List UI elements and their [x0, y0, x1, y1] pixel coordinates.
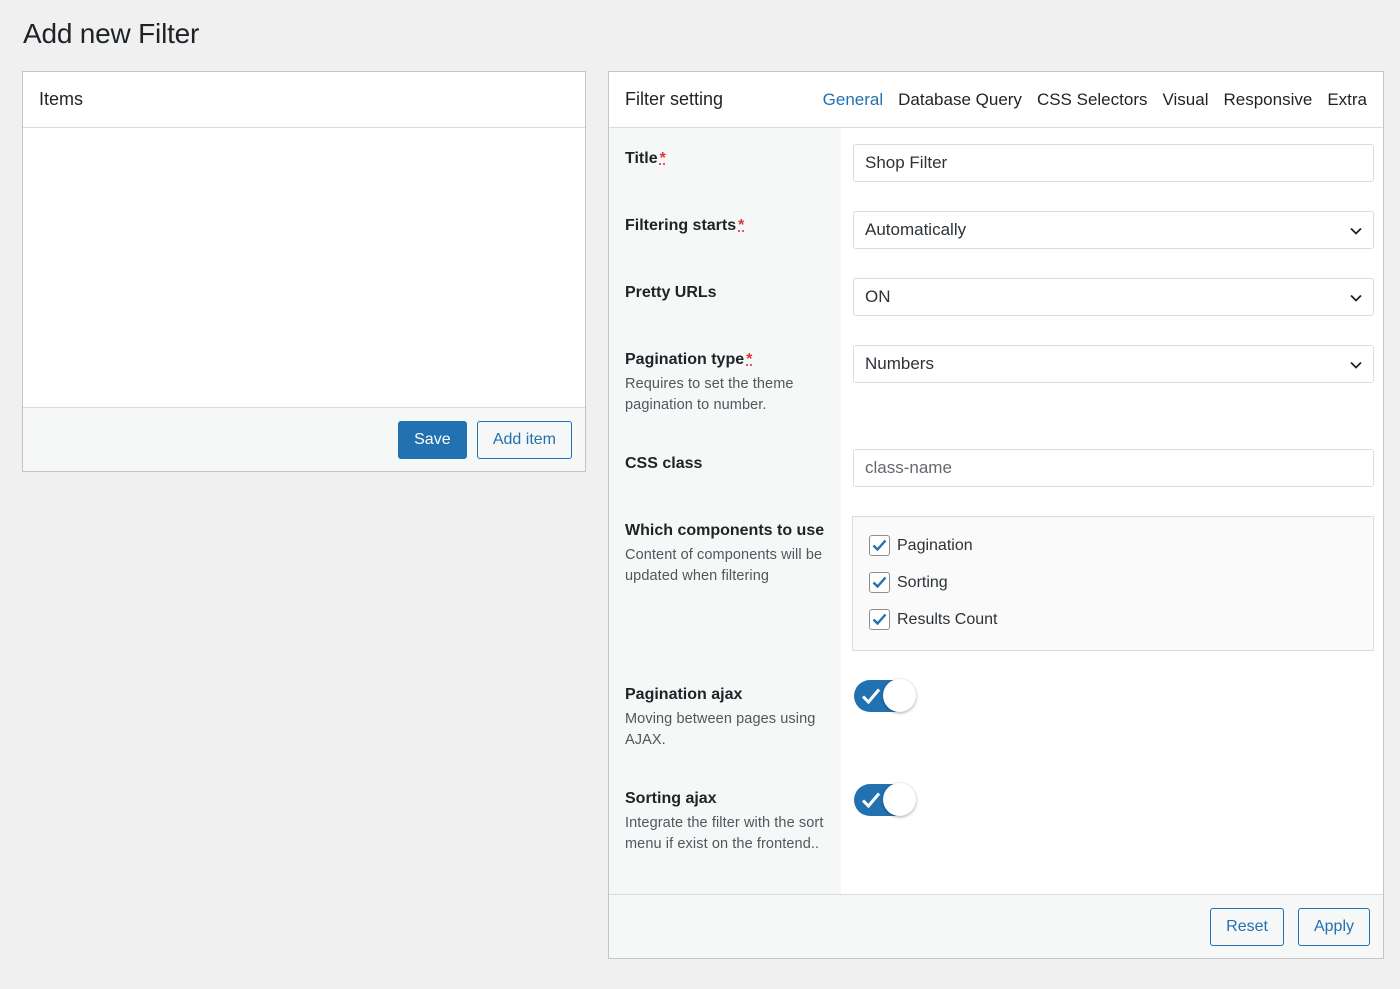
css-class-label: CSS class	[625, 455, 703, 472]
title-input[interactable]	[853, 144, 1374, 182]
save-button[interactable]: Save	[397, 420, 467, 459]
results-count-checkbox-item[interactable]: Results Count	[869, 609, 998, 630]
tab-general[interactable]: General	[823, 90, 883, 110]
filtering-starts-label: Filtering starts *	[625, 217, 745, 234]
required-mark: *	[746, 351, 753, 368]
tab-extra[interactable]: Extra	[1327, 90, 1367, 110]
sorting-ajax-toggle[interactable]	[854, 783, 916, 816]
components-description: Content of components will be updated wh…	[625, 547, 823, 584]
apply-button[interactable]: Apply	[1297, 907, 1370, 946]
items-panel: Items Save Add item	[22, 71, 586, 472]
tab-database-query[interactable]: Database Query	[898, 90, 1022, 110]
tab-responsive[interactable]: Responsive	[1223, 90, 1312, 110]
toggle-knob	[883, 783, 916, 816]
pagination-type-label: Pagination type *	[625, 351, 753, 368]
sorting-ajax-description: Integrate the filter with the sort menu …	[625, 815, 824, 852]
label-column	[609, 128, 841, 895]
pretty-urls-select[interactable]: ON	[853, 278, 1374, 316]
pagination-type-description: Requires to set the theme pagination to …	[625, 376, 794, 413]
reset-button[interactable]: Reset	[1210, 907, 1284, 946]
tab-visual[interactable]: Visual	[1162, 90, 1208, 110]
pretty-urls-value: ON	[865, 287, 891, 306]
items-list	[23, 128, 585, 407]
title-label: Title *	[625, 150, 666, 167]
sorting-ajax-label: Sorting ajax	[625, 790, 717, 807]
settings-body: Title* Filtering starts* Automatically P…	[609, 128, 1383, 895]
items-panel-footer: Save Add item	[23, 407, 585, 471]
filter-settings-panel: Filter setting General Database Query CS…	[608, 71, 1384, 959]
checkmark-icon	[872, 539, 887, 552]
pretty-urls-label: Pretty URLs	[625, 284, 717, 301]
filtering-starts-value: Automatically	[865, 220, 967, 239]
sorting-checkbox-label: Sorting	[897, 573, 948, 591]
pagination-ajax-label: Pagination ajax	[625, 686, 743, 703]
pagination-type-select[interactable]: Numbers	[853, 345, 1374, 383]
checkmark-icon	[861, 792, 881, 809]
tab-css-selectors[interactable]: CSS Selectors	[1037, 90, 1148, 110]
results-count-checkbox[interactable]	[869, 609, 890, 630]
settings-footer: Reset Apply	[609, 894, 1383, 958]
chevron-down-icon	[1350, 227, 1362, 235]
settings-header: Filter setting General Database Query CS…	[609, 72, 1383, 128]
required-mark: *	[659, 150, 666, 167]
filtering-starts-select[interactable]: Automatically	[853, 211, 1374, 249]
settings-title: Filter setting	[625, 89, 724, 109]
pagination-checkbox[interactable]	[869, 535, 890, 556]
chevron-down-icon	[1350, 361, 1362, 369]
checkmark-icon	[872, 576, 887, 589]
components-label: Which components to use	[625, 522, 825, 539]
pagination-checkbox-label: Pagination	[897, 536, 973, 554]
checkmark-icon	[861, 688, 881, 705]
settings-tabs: General Database Query CSS Selectors Vis…	[823, 90, 1367, 110]
results-count-checkbox-label: Results Count	[897, 610, 998, 628]
checkmark-icon	[872, 613, 887, 626]
add-item-button[interactable]: Add item	[476, 420, 572, 459]
chevron-down-icon	[1350, 294, 1362, 302]
page-title: Add new Filter	[23, 18, 200, 49]
components-checkbox-group: Pagination Sorting Results Count	[852, 516, 1374, 651]
items-panel-title: Items	[23, 72, 585, 128]
required-mark: *	[738, 217, 745, 234]
pagination-ajax-description: Moving between pages using AJAX.	[625, 711, 816, 748]
sorting-checkbox-item[interactable]: Sorting	[869, 572, 948, 593]
sorting-checkbox[interactable]	[869, 572, 890, 593]
pagination-checkbox-item[interactable]: Pagination	[869, 535, 973, 556]
css-class-input[interactable]	[853, 449, 1374, 487]
pagination-type-value: Numbers	[865, 354, 934, 373]
pagination-ajax-toggle[interactable]	[854, 679, 916, 712]
toggle-knob	[883, 679, 916, 712]
